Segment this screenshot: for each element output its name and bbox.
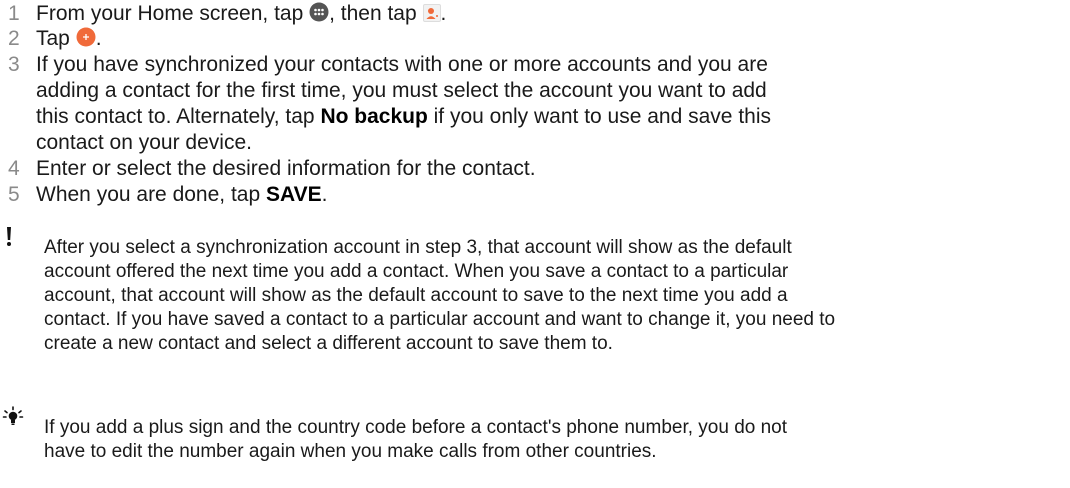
step-text-part: , then tap (329, 2, 423, 25)
step-number: 5 (8, 183, 20, 206)
apps-grid-icon (309, 2, 329, 29)
step-text-line: this contact to. Alternately, tap No bac… (36, 104, 771, 130)
note-line: contact. If you have saved a contact to … (44, 309, 836, 330)
step-text-line: If you have synchronized your contacts w… (36, 53, 768, 76)
step-text-part: . (95, 27, 102, 50)
save-label: SAVE (266, 183, 322, 206)
exclamation-icon (4, 226, 14, 255)
note-line: After you select a synchronization accou… (44, 237, 792, 258)
lightbulb-icon (2, 406, 24, 433)
step-number: 4 (8, 157, 20, 180)
step-text: From your Home screen, tap , then tap . (36, 1, 446, 29)
step-text-part: . (321, 183, 328, 206)
tip-line: have to edit the number again when you m… (44, 441, 657, 462)
step-text-part: When you are done, tap (36, 183, 266, 206)
note-line: create a new contact and select a differ… (44, 333, 613, 354)
step-text-part: if you only want to use and save this (427, 105, 771, 128)
step-text-part: this contact to. Alternately, tap (36, 105, 321, 128)
step-text-part: From your Home screen, tap (36, 2, 310, 25)
step-text: Enter or select the desired information … (36, 157, 536, 180)
step-text: When you are done, tap SAVE. (36, 182, 327, 208)
note-line: account offered the next time you add a … (44, 261, 789, 282)
note-line: account, that account will show as the d… (44, 285, 788, 306)
step-number: 1 (8, 2, 20, 25)
step-text-part: . (440, 2, 447, 25)
tip-line: If you add a plus sign and the country c… (44, 417, 788, 438)
step-number: 2 (8, 27, 20, 50)
contacts-app-icon (422, 3, 441, 29)
step-text-line: adding a contact for the first time, you… (36, 79, 767, 102)
add-contact-fab-icon (76, 27, 96, 54)
step-text: Tap . (36, 26, 102, 54)
step-text-line: contact on your device. (36, 131, 252, 154)
step-text-part: Tap (36, 27, 76, 50)
no-backup-label: No backup (320, 105, 428, 128)
step-number: 3 (8, 53, 20, 76)
